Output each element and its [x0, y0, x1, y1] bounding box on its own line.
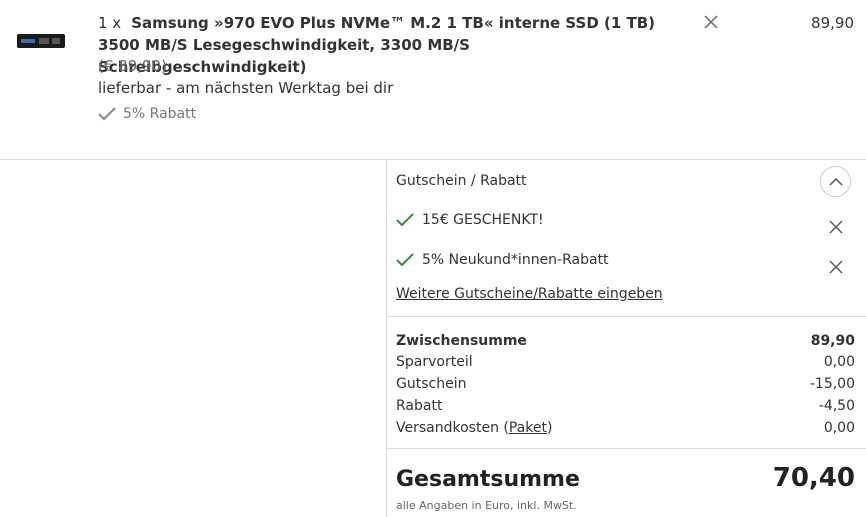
- voucher-row: Gutschein -15,00: [396, 374, 855, 394]
- product-image[interactable]: [17, 34, 65, 48]
- voucher-item: 5% Neukund*innen-Rabatt: [396, 252, 609, 268]
- close-icon: [704, 15, 718, 29]
- voucher-heading: Gutschein / Rabatt: [396, 173, 527, 189]
- remove-item-button[interactable]: [703, 14, 719, 30]
- subtotal-row: Zwischensumme 89,90: [396, 331, 855, 351]
- discount-label: Rabatt: [396, 398, 443, 414]
- shipping-row: Versandkosten (Paket) 0,00: [396, 418, 855, 438]
- chevron-up-icon: [828, 177, 843, 186]
- subtotal-label: Zwischensumme: [396, 333, 527, 349]
- discount-row: Rabatt -4,50: [396, 396, 855, 416]
- subtotal-value: 89,90: [810, 333, 855, 349]
- voucher-label: 15€ GESCHENKT!: [422, 212, 544, 228]
- total-note: alle Angaben in Euro, inkl. MwSt.: [396, 499, 577, 512]
- product-discount-label: 5% Rabatt: [123, 106, 197, 122]
- close-icon: [829, 260, 843, 274]
- check-icon: [396, 253, 414, 267]
- voucher-label: 5% Neukund*innen-Rabatt: [422, 252, 609, 268]
- total-value: 70,40: [772, 463, 855, 493]
- divider: [386, 448, 866, 449]
- voucher-total-value: -15,00: [809, 376, 855, 392]
- remove-voucher-button[interactable]: [829, 259, 843, 274]
- check-icon: [98, 107, 116, 121]
- voucher-total-label: Gutschein: [396, 376, 467, 392]
- product-quantity: 1 x: [98, 14, 122, 32]
- product-price: 89,90: [811, 14, 854, 32]
- divider: [0, 159, 866, 160]
- shipping-package-link[interactable]: Paket: [509, 420, 547, 436]
- close-icon: [829, 220, 843, 234]
- divider: [386, 316, 866, 317]
- total-label: Gesamtsumme: [396, 467, 580, 492]
- product-name[interactable]: Samsung »970 EVO Plus NVMe™ M.2 1 TB« in…: [98, 14, 655, 76]
- collapse-vouchers-button[interactable]: [820, 166, 851, 197]
- product-availability: lieferbar - am nächsten Werktag bei dir: [98, 79, 394, 97]
- product-unit-price: (€ 89,90): [98, 57, 167, 75]
- more-vouchers-link[interactable]: Weitere Gutscheine/Rabatte eingeben: [396, 286, 663, 302]
- shipping-value: 0,00: [823, 420, 855, 436]
- discount-value: -4,50: [818, 398, 855, 414]
- product-title: 1 x Samsung »970 EVO Plus NVMe™ M.2 1 TB«…: [98, 12, 658, 78]
- shipping-label: Versandkosten (Paket): [396, 420, 553, 436]
- voucher-item: 15€ GESCHENKT!: [396, 212, 544, 228]
- check-icon: [396, 213, 414, 227]
- savings-row: Sparvorteil 0,00: [396, 352, 855, 372]
- savings-value: 0,00: [823, 354, 855, 370]
- savings-label: Sparvorteil: [396, 354, 473, 370]
- product-discount: 5% Rabatt: [98, 106, 196, 122]
- remove-voucher-button[interactable]: [829, 219, 843, 234]
- column-divider: [386, 160, 387, 517]
